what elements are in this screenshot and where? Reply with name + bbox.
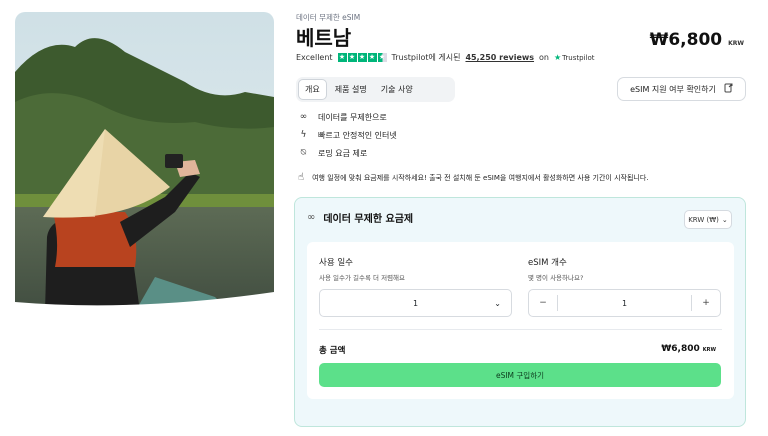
esim-count-sublabel: 몇 명이 사용하나요? xyxy=(528,274,584,282)
hero-image xyxy=(15,12,274,324)
rating-label: Excellent xyxy=(296,53,333,62)
total-price: ₩6,800 KRW xyxy=(661,344,716,354)
star-icon: ★ xyxy=(337,53,347,62)
feature-item: ϟ 빠르고 안정적인 인터넷 xyxy=(298,129,397,141)
trustpilot-logo: ★ Trustpilot xyxy=(554,53,595,62)
hand-tap-icon: ☝ xyxy=(298,172,305,183)
esim-count-stepper: − 1 + xyxy=(528,289,721,317)
lightning-icon: ϟ xyxy=(300,130,307,140)
half-star-icon: ★ xyxy=(377,53,387,62)
rating-on: on xyxy=(539,53,549,62)
notice-text: 여행 일정에 맞춰 요금제를 시작하세요! 출국 전 설치해 둔 eSIM을 여… xyxy=(312,173,649,182)
price-amount: ₩6,800 xyxy=(649,30,723,50)
activation-notice: ☝ 여행 일정에 맞춰 요금제를 시작하세요! 출국 전 설치해 둔 eSIM을… xyxy=(298,172,649,183)
chevron-down-icon: ⌄ xyxy=(721,215,728,224)
decrement-button[interactable]: − xyxy=(529,290,557,316)
total-amount: ₩6,800 xyxy=(661,344,700,354)
days-label: 사용 일수 xyxy=(319,258,353,268)
tab-overview[interactable]: 개요 xyxy=(298,79,327,100)
total-label: 총 금액 xyxy=(319,346,346,356)
plan-title-text: 데이터 무제한 요금제 xyxy=(323,214,414,225)
increment-button[interactable]: + xyxy=(692,290,720,316)
tab-description[interactable]: 제품 설명 xyxy=(329,80,373,99)
feature-label: 데이터를 무제한으로 xyxy=(318,112,387,122)
star-icon: ★ xyxy=(347,53,357,62)
days-value: 1 xyxy=(412,298,419,308)
price: ₩6,800 KRW xyxy=(650,30,744,50)
page-title: 베트남 xyxy=(296,26,352,50)
trustpilot-text: Trustpilot에 게시된 xyxy=(391,53,461,62)
esim-count-label: eSIM 개수 xyxy=(528,258,567,268)
total-currency: KRW xyxy=(702,347,716,353)
feature-label: 빠르고 안정적인 인터넷 xyxy=(318,130,397,140)
external-doc-icon xyxy=(724,83,733,95)
tab-bar: 개요 제품 설명 기술 사양 xyxy=(296,77,455,102)
buy-esim-button[interactable]: eSIM 구입하기 xyxy=(319,363,721,387)
check-compat-label: eSIM 지원 여부 확인하기 xyxy=(630,84,716,94)
currency-value: KRW (₩) xyxy=(688,215,719,224)
plan-card: ∞ 데이터 무제한 요금제 KRW (₩) ⌄ 사용 일수 사용 일수가 길수록… xyxy=(294,197,746,427)
rating-stars: ★ ★ ★ ★ ★ xyxy=(337,53,387,62)
star-icon: ★ xyxy=(367,53,377,62)
trustpilot-rating[interactable]: Excellent ★ ★ ★ ★ ★ Trustpilot에 게시된 45,2… xyxy=(296,52,595,63)
feature-item: ∞ 데이터를 무제한으로 xyxy=(298,111,397,123)
days-select[interactable]: 1 ⌄ xyxy=(319,289,512,317)
no-signal-icon: ⍉ xyxy=(300,148,307,158)
days-sublabel: 사용 일수가 길수록 더 저렴해요 xyxy=(319,274,406,282)
check-esim-compat-button[interactable]: eSIM 지원 여부 확인하기 xyxy=(617,77,746,101)
feature-label: 로밍 요금 제로 xyxy=(318,148,368,158)
tab-specs[interactable]: 기술 사양 xyxy=(375,80,419,99)
currency-select[interactable]: KRW (₩) ⌄ xyxy=(684,210,732,229)
plan-options: 사용 일수 사용 일수가 길수록 더 저렴해요 1 ⌄ eSIM 개수 몇 명이… xyxy=(307,242,734,399)
trustpilot-star-icon: ★ xyxy=(554,53,562,62)
divider xyxy=(319,329,722,330)
star-icon: ★ xyxy=(357,53,367,62)
feature-list: ∞ 데이터를 무제한으로 ϟ 빠르고 안정적인 인터넷 ⍉ 로밍 요금 제로 xyxy=(298,111,397,159)
infinity-icon: ∞ xyxy=(299,112,308,122)
plan-title: ∞ 데이터 무제한 요금제 xyxy=(307,210,413,225)
esim-count-value[interactable]: 1 xyxy=(558,299,691,308)
infinity-icon: ∞ xyxy=(307,212,316,223)
reviews-link[interactable]: 45,250 reviews xyxy=(465,53,534,62)
price-currency: KRW xyxy=(728,40,744,47)
feature-item: ⍉ 로밍 요금 제로 xyxy=(298,147,397,159)
